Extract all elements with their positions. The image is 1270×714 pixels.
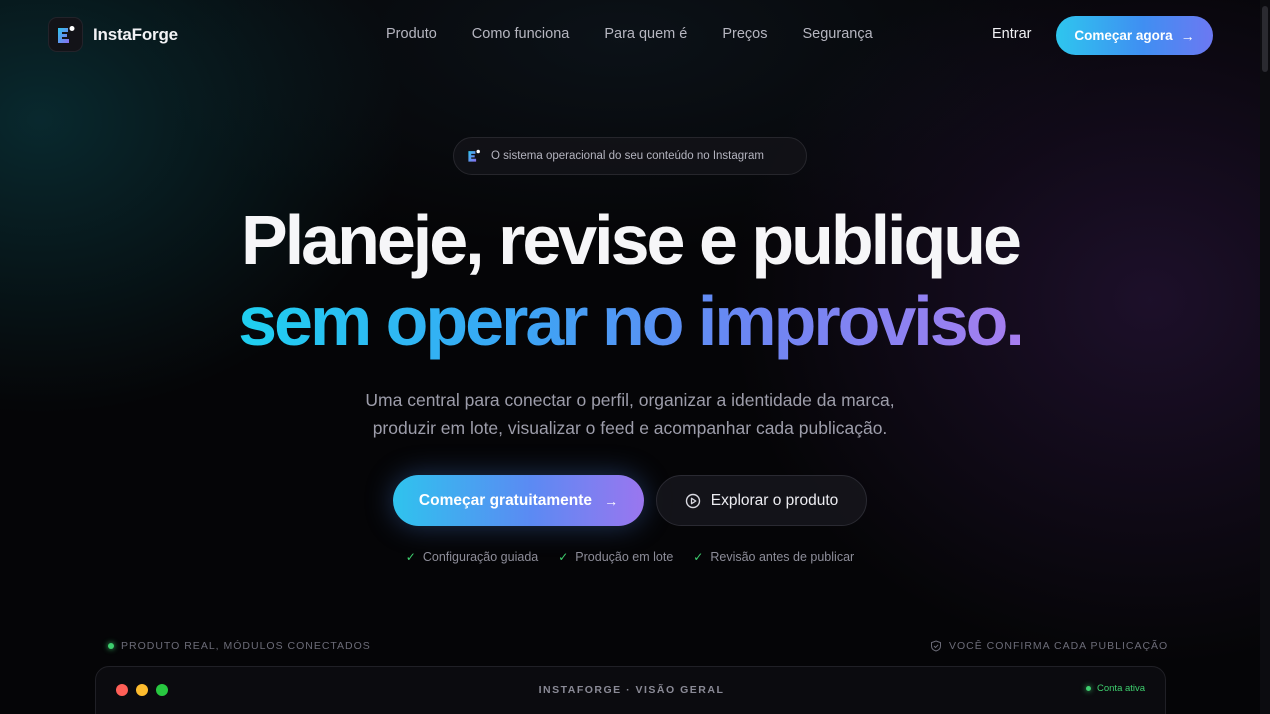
preview-left-label-text: PRODUTO REAL, MÓDULOS CONECTADOS: [121, 640, 371, 652]
feature-check-item: ✓ Revisão antes de publicar: [693, 550, 854, 564]
hero-subtitle-line2: produzir em lote, visualizar o feed e ac…: [372, 418, 888, 438]
feature-check-label: Produção em lote: [575, 550, 674, 564]
brand-name: InstaForge: [93, 24, 178, 44]
explore-product-label: Explorar o produto: [710, 491, 839, 509]
nav-link-produto[interactable]: Produto: [386, 26, 437, 42]
check-icon: ✓: [693, 550, 704, 564]
arrow-right-icon: →: [1180, 27, 1195, 44]
feature-check-item: ✓ Configuração guiada: [406, 550, 538, 564]
status-dot: [108, 643, 114, 649]
nav-link-como-funciona[interactable]: Como funciona: [472, 26, 570, 42]
account-status-label: Conta ativa: [1097, 683, 1146, 694]
start-free-button[interactable]: Começar gratuitamente →: [393, 475, 644, 526]
app-preview-window: INSTAFORGE · VISÃO GERAL Conta ativa: [95, 666, 1166, 714]
hero-title-line1: Planeje, revise e publique: [241, 201, 1022, 279]
check-icon: ✓: [405, 550, 416, 564]
explore-product-button[interactable]: Explorar o produto: [656, 475, 867, 526]
instaforge-logo-icon: [468, 149, 480, 162]
nav-links: Produto Como funciona Para quem é Preços…: [386, 26, 908, 42]
check-icon: ✓: [558, 550, 569, 564]
nav-link-seguranca[interactable]: Segurança: [803, 26, 873, 42]
play-circle-icon: [685, 493, 700, 508]
hero-subtitle: Uma central para conectar o perfil, orga…: [0, 386, 1260, 442]
page-scrollbar[interactable]: [1260, 0, 1270, 714]
feature-check-label: Revisão antes de publicar: [710, 550, 855, 564]
instaforge-logo-icon: [48, 17, 83, 52]
hero-subtitle-line1: Uma central para conectar o perfil, orga…: [365, 390, 895, 410]
top-navbar: InstaForge Produto Como funciona Para qu…: [0, 0, 1260, 70]
start-now-label: Começar agora: [1074, 28, 1173, 43]
account-status-badge: Conta ativa: [1086, 683, 1145, 694]
start-free-label: Começar gratuitamente: [418, 491, 593, 509]
preview-right-label-text: VOCÊ CONFIRMA CADA PUBLICAÇÃO: [949, 640, 1169, 652]
window-title: INSTAFORGE · VISÃO GERAL: [538, 684, 725, 696]
login-link[interactable]: Entrar: [992, 26, 1032, 42]
feature-check-label: Configuração guiada: [422, 550, 539, 564]
brand[interactable]: InstaForge: [48, 17, 178, 52]
feature-checks: ✓ Configuração guiada ✓ Produção em lote…: [0, 550, 1260, 564]
shield-check-icon: [931, 640, 941, 652]
arrow-right-icon: →: [604, 492, 619, 509]
start-now-button[interactable]: Começar agora →: [1056, 16, 1213, 55]
preview-right-label: VOCÊ CONFIRMA CADA PUBLICAÇÃO: [930, 640, 1168, 652]
hero-badge-text: O sistema operacional do seu conteúdo no…: [491, 150, 764, 162]
status-dot: [1086, 686, 1091, 691]
hero-title-line2: sem operar no improviso.: [238, 282, 1025, 360]
nav-link-para-quem-e[interactable]: Para quem é: [604, 26, 687, 42]
scrollbar-thumb[interactable]: [1262, 6, 1268, 72]
landing-page: InstaForge Produto Como funciona Para qu…: [0, 0, 1270, 714]
preview-left-label: PRODUTO REAL, MÓDULOS CONECTADOS: [108, 640, 371, 652]
feature-check-item: ✓ Produção em lote: [558, 550, 673, 564]
nav-link-precos[interactable]: Preços: [722, 26, 767, 42]
hero-badge: O sistema operacional do seu conteúdo no…: [453, 137, 807, 175]
hero-heading: Planeje, revise e publique sem operar no…: [0, 198, 1260, 360]
